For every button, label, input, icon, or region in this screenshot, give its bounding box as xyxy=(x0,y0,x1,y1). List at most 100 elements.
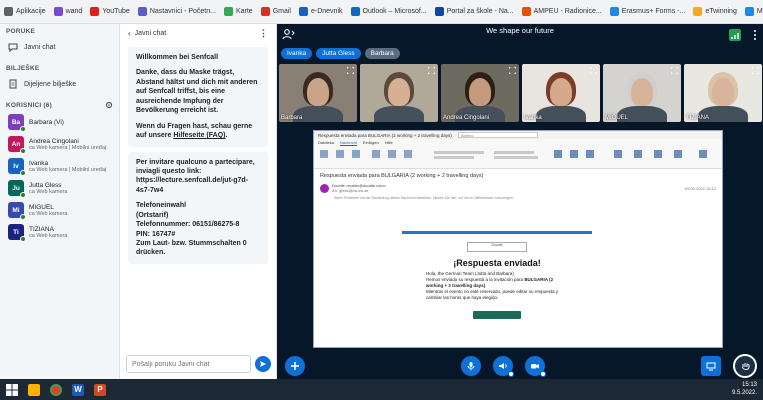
participant-name: MIGUEL xyxy=(605,115,629,121)
microphone-icon xyxy=(467,362,475,371)
mobility-icon xyxy=(744,7,754,16)
bookmark-item[interactable]: Mobility Tool xyxy=(744,7,763,16)
gear-icon[interactable] xyxy=(105,101,113,109)
edit-response-button[interactable] xyxy=(473,311,521,320)
user-list-item[interactable]: Mi MIGUEL ca Web kamera xyxy=(0,199,119,221)
system-clock[interactable]: 15:13 9.5.2022. xyxy=(732,381,757,397)
webcam-tile[interactable]: MIGUEL xyxy=(603,64,681,122)
user-list-item[interactable]: Ti TIZIANA ca Web kamera xyxy=(0,221,119,243)
chat-icon xyxy=(8,43,18,52)
bookmark-label: AMPEU - Radionice... xyxy=(533,8,602,15)
bookmark-item[interactable]: wand xyxy=(53,7,82,16)
chat-back-button[interactable]: ‹ Javni chat xyxy=(128,29,166,38)
webcam-tile[interactable] xyxy=(360,64,438,122)
notes-icon xyxy=(9,79,17,89)
public-chat-panel: ‹ Javni chat ⋮ Willkommen bei Senfcall D… xyxy=(120,24,277,379)
webcam-tile[interactable]: Andrea Cingolani xyxy=(441,64,519,122)
microphone-button[interactable] xyxy=(461,356,481,376)
user-list-item[interactable]: An Andrea Cingolani ca Web kamera | Mobiln… xyxy=(0,133,119,155)
bookmark-item[interactable]: Karte xyxy=(223,7,253,16)
user-list-item[interactable]: Ba Barbara (Vi) xyxy=(0,111,119,133)
camera-settings-icon[interactable] xyxy=(540,371,546,377)
talking-user-pill[interactable]: Barbara xyxy=(364,48,400,59)
participant-name: Barbara xyxy=(281,115,303,121)
user-list-item[interactable]: Ju Jutta Gless ca Web kamera xyxy=(0,177,119,199)
windows-taskbar: W P 15:13 9.5.2022. xyxy=(0,379,763,400)
bookmark-item[interactable]: Portal za škole - Na... xyxy=(434,7,514,16)
user-name: Ivanka xyxy=(29,159,49,167)
windows-start-icon[interactable] xyxy=(6,383,18,396)
user-status: ca Web kamera xyxy=(29,188,68,195)
more-options-icon[interactable]: ⋮ xyxy=(259,28,268,39)
send-button[interactable] xyxy=(255,356,271,372)
welcome-message: Willkommen bei Senfcall Danke, dass du M… xyxy=(128,47,268,147)
webcam-button[interactable] xyxy=(525,356,546,377)
presence-dot xyxy=(20,126,26,132)
raise-hand-button[interactable] xyxy=(733,354,757,378)
ampeu-icon xyxy=(521,7,531,16)
chat-title: Javni chat xyxy=(134,29,167,37)
fullscreen-icon[interactable] xyxy=(752,67,759,74)
hand-icon xyxy=(741,362,749,370)
talking-user-pill[interactable]: Ivanka xyxy=(281,48,313,59)
options-menu-icon[interactable] xyxy=(753,29,757,41)
connection-status-button[interactable] xyxy=(729,29,741,41)
invite-link[interactable]: https://lecture.senfcall.de/jut-g7d-4s7-… xyxy=(136,177,248,193)
wand-icon xyxy=(53,7,63,16)
audio-button[interactable] xyxy=(493,356,514,377)
fullscreen-icon[interactable] xyxy=(590,67,597,74)
powerpoint-icon[interactable]: P xyxy=(94,383,106,396)
actions-button[interactable] xyxy=(285,356,305,376)
chrome-icon[interactable] xyxy=(50,383,62,396)
avatar: Ba xyxy=(8,114,26,132)
screenshare-button[interactable] xyxy=(701,356,721,376)
fullscreen-icon[interactable] xyxy=(347,67,354,74)
word-icon[interactable]: W xyxy=(72,383,84,396)
outlook-icon xyxy=(350,7,360,16)
fullscreen-icon[interactable] xyxy=(509,67,516,74)
bookmark-item[interactable]: Outlook – Microsof... xyxy=(350,7,427,16)
faq-link[interactable]: Hilfeseite (FAQ) xyxy=(173,132,225,139)
avatar: Iv xyxy=(8,158,26,176)
fullscreen-icon[interactable] xyxy=(428,67,435,74)
webcam-tile[interactable]: Ivanka xyxy=(522,64,600,122)
file-explorer-icon[interactable] xyxy=(28,383,40,396)
bookmark-item[interactable]: Nastavnici - Početn... xyxy=(137,7,216,16)
dialin-sub: (Ortstarif) xyxy=(136,211,169,219)
outlook-ribbon-tabs: Datoteka Nachricht Einfügen Hilfe xyxy=(314,139,722,147)
sender-avatar xyxy=(320,183,329,193)
shared-notes-nav-item[interactable]: Dijeljene bilješke xyxy=(0,74,119,94)
webcam-tile[interactable]: Barbara xyxy=(279,64,357,122)
bookmark-item[interactable]: Erasmus+ Forms -... xyxy=(609,7,685,16)
fullscreen-icon[interactable] xyxy=(671,67,678,74)
participant-face xyxy=(550,78,572,106)
public-chat-nav-item[interactable]: Javni chat xyxy=(0,37,119,57)
send-icon xyxy=(260,361,266,367)
participant-face xyxy=(712,78,734,106)
webcam-tile[interactable]: TIZIANA xyxy=(684,64,762,122)
bookmark-item[interactable]: e-Dnevnik xyxy=(298,7,343,16)
bookmark-label: Mobility Tool xyxy=(756,8,763,15)
audio-settings-icon[interactable] xyxy=(508,371,514,377)
teams-icon xyxy=(137,7,147,16)
bookmark-item[interactable]: eTwinning xyxy=(693,7,737,16)
presence-dot xyxy=(20,214,26,220)
user-name: Jutta Gless xyxy=(29,181,62,189)
user-list-item[interactable]: Iv Ivanka ca Web kamera | Mobilni uređaj xyxy=(0,155,119,177)
bookmark-item[interactable]: AMPEU - Radionice... xyxy=(521,7,602,16)
dialin-mute: Zum Laut- bzw. Stummschalten 0 drücken. xyxy=(136,240,247,257)
talking-user-pill[interactable]: Jutta Gless xyxy=(316,48,361,59)
bookmark-label: Karte xyxy=(235,8,253,15)
user-status: ca Web kamera | Mobilni uređaj xyxy=(29,166,107,173)
sender-recipient: An: gless@ba-sw.de xyxy=(332,188,369,193)
outlook-subject-titlebar: Respuesta enviada para BULGARIA (2 worki… xyxy=(318,132,452,138)
bookmark-item[interactable]: Gmail xyxy=(260,7,291,16)
chat-message-input[interactable] xyxy=(126,355,251,373)
bookmark-item[interactable]: Aplikacije xyxy=(4,7,46,16)
participant-name: Ivanka xyxy=(524,115,542,121)
participant-body xyxy=(536,106,586,122)
user-status: ca Web kamera xyxy=(29,210,68,217)
bookmark-item[interactable]: YouTube xyxy=(90,7,130,16)
avatar-initials: An xyxy=(11,140,21,148)
invite-text: Per invitare qualcuno a partecipare, inv… xyxy=(136,158,255,175)
